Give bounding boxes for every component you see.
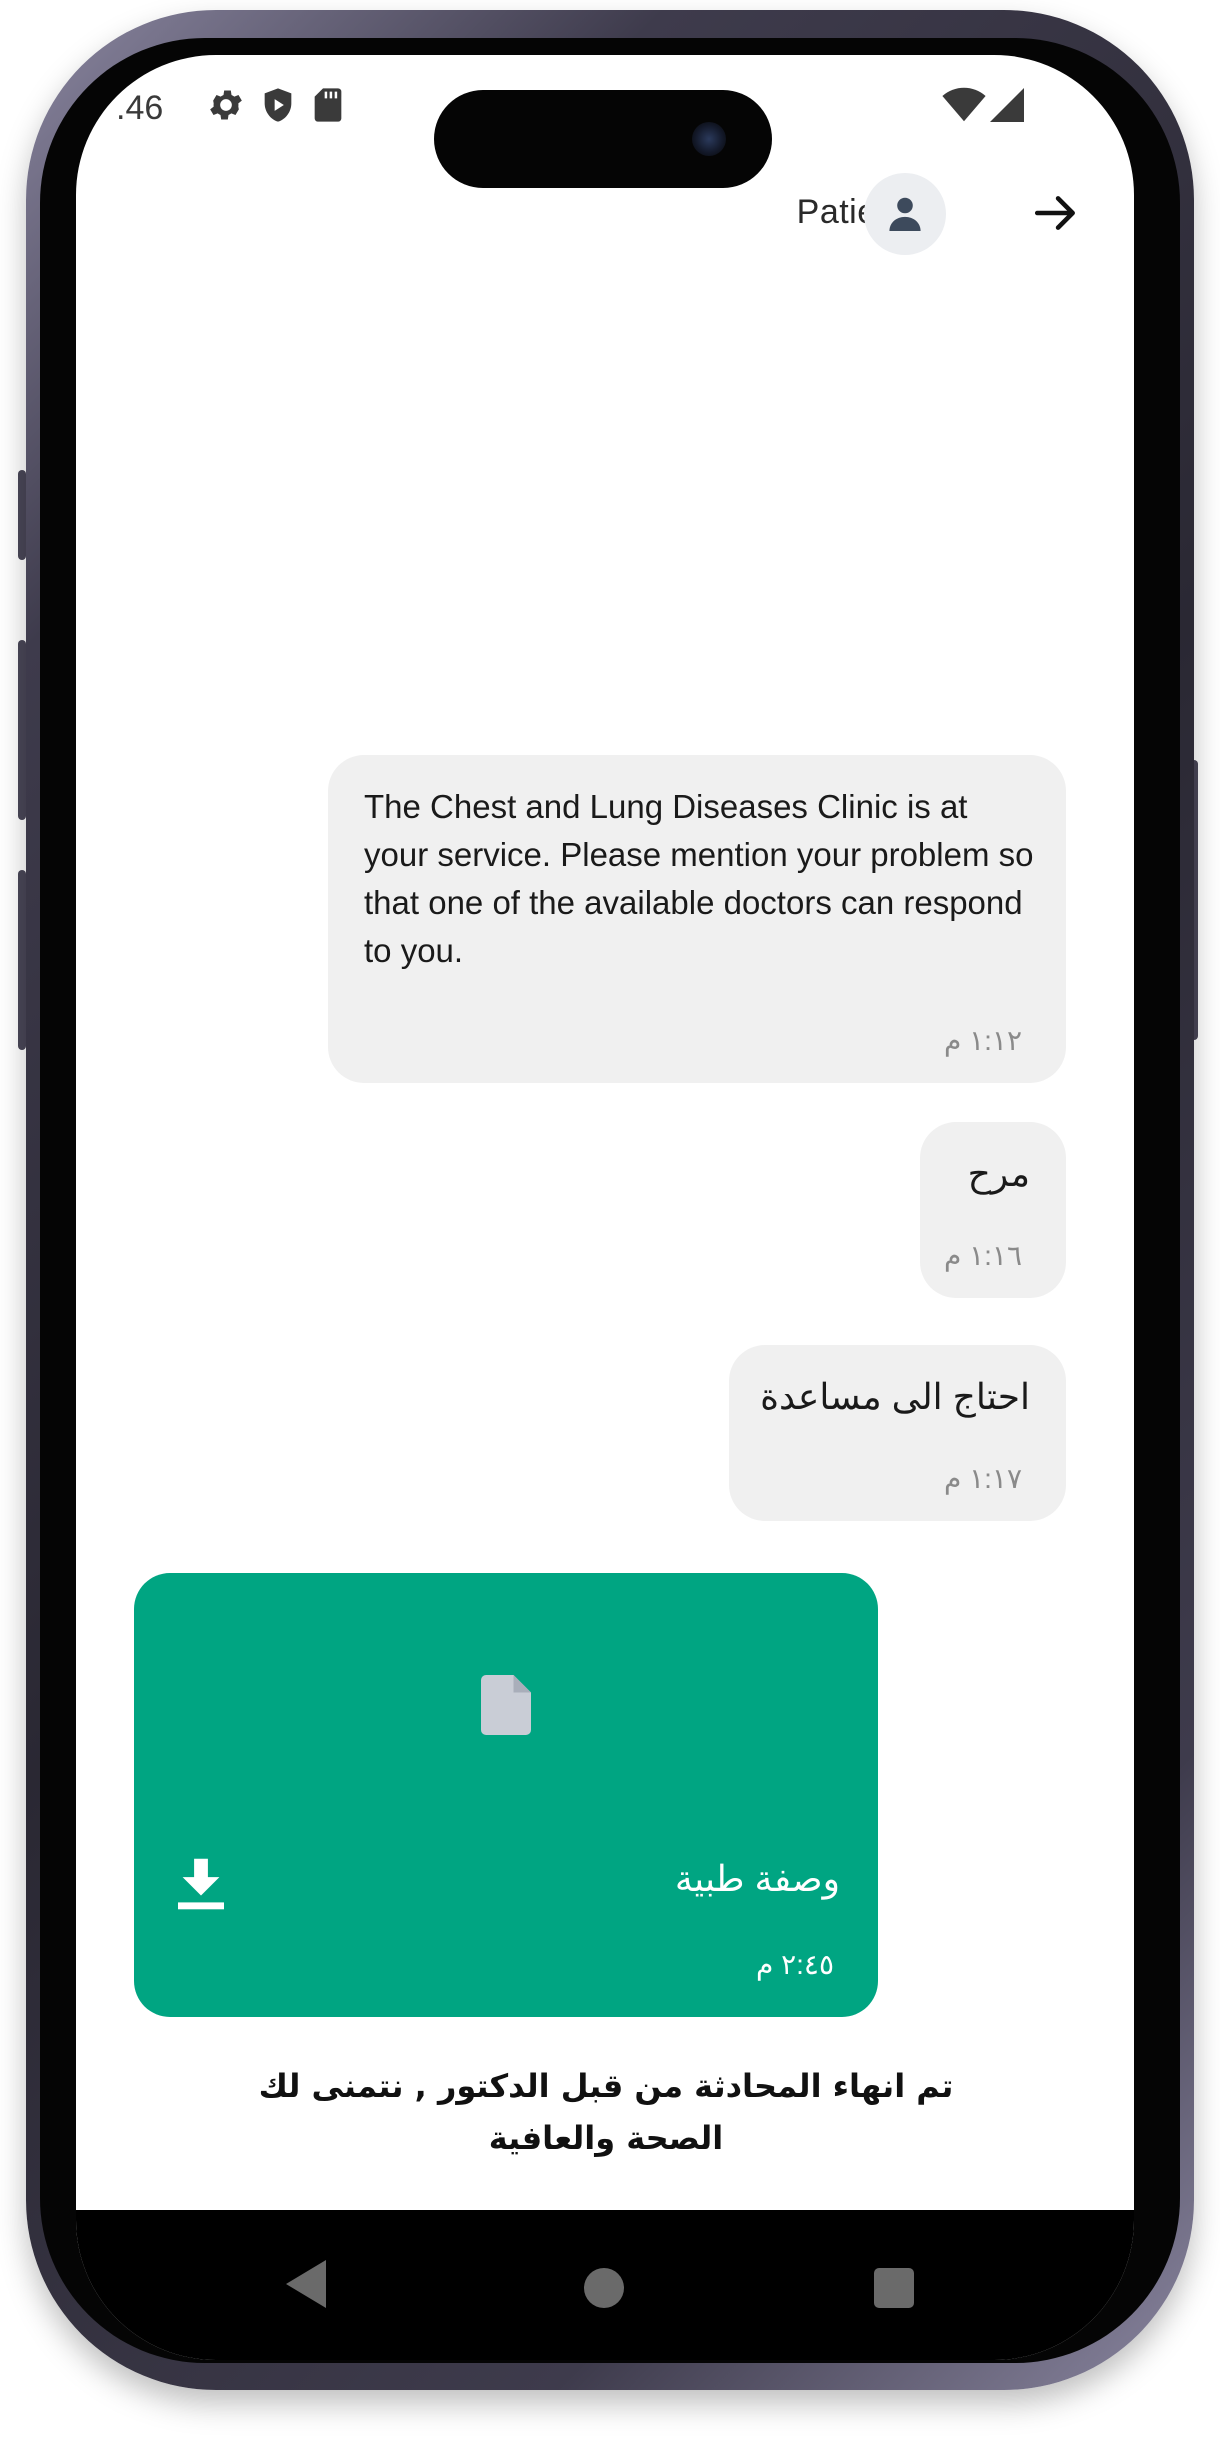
person-icon xyxy=(889,197,921,231)
dynamic-island xyxy=(434,90,772,188)
back-arrow-icon[interactable] xyxy=(1031,188,1081,238)
front-camera xyxy=(692,122,726,156)
shield-play-icon xyxy=(264,88,292,122)
message-text: مرح xyxy=(967,1153,1030,1194)
download-icon[interactable] xyxy=(178,1858,224,1910)
nav-recents-icon[interactable] xyxy=(874,2268,914,2308)
cellular-signal-icon xyxy=(990,88,1024,122)
message-time: ٢:٤٥ م xyxy=(755,1949,834,1980)
device-stage: .46 Patient The Chest and Lung Diseases … xyxy=(0,0,1220,2459)
app-screen: .46 Patient The Chest and Lung Diseases … xyxy=(76,55,1134,2360)
settings-icon xyxy=(210,90,242,120)
status-time: .46 xyxy=(116,89,164,127)
silent-switch xyxy=(18,470,26,560)
volume-up-button xyxy=(18,640,26,820)
navigation-bar xyxy=(76,2210,1134,2360)
message-time: ١:١٧ م xyxy=(943,1463,1022,1494)
message-time: ١:١٢ م xyxy=(943,1025,1022,1056)
sd-card-icon xyxy=(314,88,342,122)
nav-back-icon[interactable] xyxy=(286,2260,326,2308)
message-text: The Chest and Lung Diseases Clinic is at… xyxy=(364,788,1034,969)
volume-down-button xyxy=(18,870,26,1050)
message-bubble: The Chest and Lung Diseases Clinic is at… xyxy=(328,755,1066,1083)
message-bubble: مرح ١:١٦ م xyxy=(920,1122,1066,1298)
wifi-icon xyxy=(942,87,986,122)
message-bubble: احتاج الى مساعدة ١:١٧ م xyxy=(729,1345,1066,1521)
document-icon xyxy=(481,1675,531,1735)
avatar[interactable] xyxy=(864,173,946,255)
message-time: ١:١٦ م xyxy=(943,1240,1022,1271)
message-text: احتاج الى مساعدة xyxy=(760,1376,1030,1417)
file-message-bubble[interactable]: وصفة طبية ٢:٤٥ م xyxy=(134,1573,878,2017)
file-name: وصفة طبية xyxy=(674,1858,840,1899)
nav-home-icon[interactable] xyxy=(584,2268,624,2308)
chat-ended-notice: تم انهاء المحادثة من قبل الدكتور , نتمنى… xyxy=(258,2067,954,2157)
